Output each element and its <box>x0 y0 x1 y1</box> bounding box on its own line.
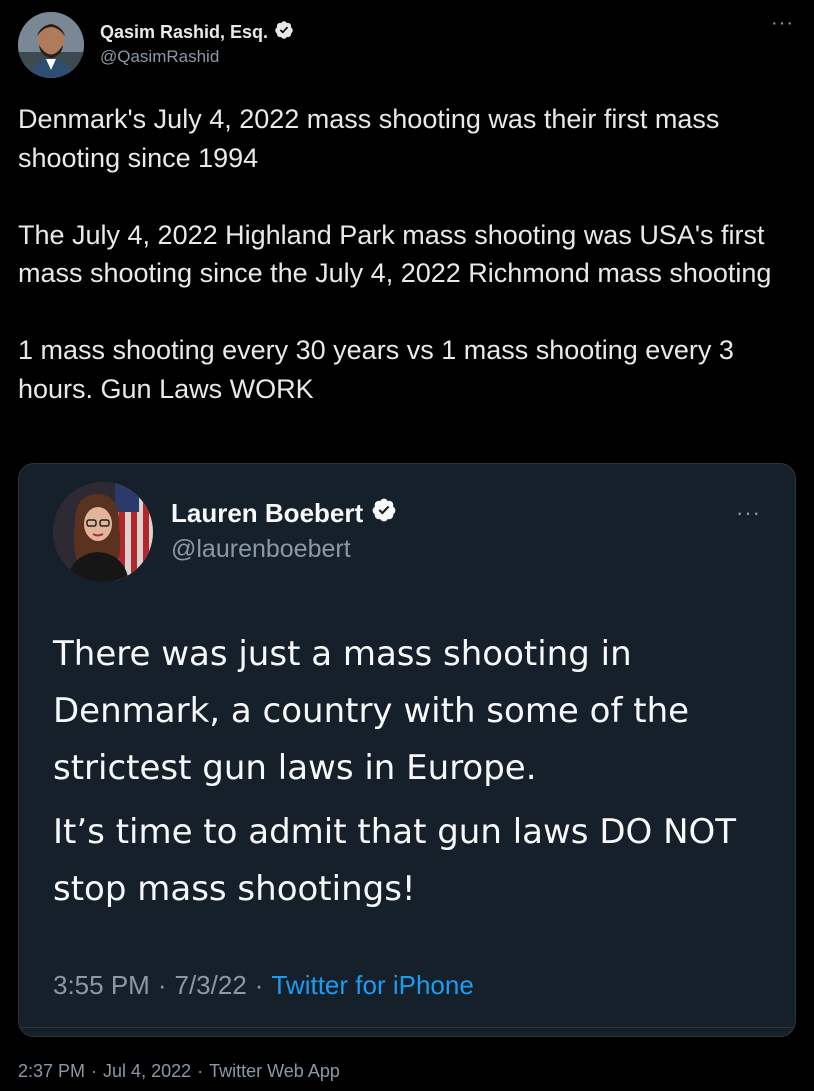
meta-separator: · <box>254 970 264 1000</box>
tweet-meta: 2:37 PM · Jul 4, 2022 · Twitter Web App <box>18 1061 340 1082</box>
tweet-date[interactable]: Jul 4, 2022 <box>103 1061 191 1082</box>
author-name-text: Qasim Rashid, Esq. <box>100 22 269 42</box>
author-handle[interactable]: @QasimRashid <box>100 47 219 67</box>
verified-badge-icon <box>371 497 397 530</box>
meta-separator: · <box>91 1061 98 1081</box>
tweet-text: Denmark's July 4, 2022 mass shooting was… <box>18 100 798 408</box>
divider <box>19 1027 795 1028</box>
author-avatar[interactable] <box>18 12 84 78</box>
tweet-source: Twitter Web App <box>209 1061 340 1081</box>
more-options-icon[interactable]: ··· <box>771 13 794 33</box>
quoted-author-handle[interactable]: @laurenboebert <box>171 535 351 564</box>
quoted-source-link[interactable]: Twitter for iPhone <box>271 970 473 1001</box>
meta-separator: · <box>157 970 167 1000</box>
quoted-paragraph: It’s time to admit that gun laws DO NOT … <box>53 812 737 909</box>
quoted-date[interactable]: 7/3/22 <box>175 970 247 1001</box>
quoted-author-name[interactable]: Lauren Boebert <box>171 497 397 530</box>
quoted-paragraph: There was just a mass shooting in Denmar… <box>53 634 690 788</box>
quoted-tweet-card[interactable]: Lauren Boebert @laurenboebert ··· There … <box>18 463 796 1037</box>
quoted-tweet-meta: 3:55 PM · 7/3/22 · Twitter for iPhone <box>53 970 474 1001</box>
quoted-time[interactable]: 3:55 PM <box>53 970 150 1001</box>
quoted-author-avatar[interactable] <box>53 482 153 582</box>
quoted-tweet-text: There was just a mass shooting in Denmar… <box>53 626 773 918</box>
author-name[interactable]: Qasim Rashid, Esq. <box>100 20 294 45</box>
more-options-icon[interactable]: ··· <box>736 502 761 524</box>
tweet-time[interactable]: 2:37 PM <box>18 1061 85 1082</box>
quoted-author-name-text: Lauren Boebert <box>171 498 364 528</box>
meta-separator: · <box>197 1061 204 1081</box>
tweet-paragraph: The July 4, 2022 Highland Park mass shoo… <box>18 219 772 289</box>
verified-badge-icon <box>274 20 294 45</box>
tweet-paragraph: 1 mass shooting every 30 years vs 1 mass… <box>18 335 734 404</box>
tweet-paragraph: Denmark's July 4, 2022 mass shooting was… <box>18 104 720 173</box>
